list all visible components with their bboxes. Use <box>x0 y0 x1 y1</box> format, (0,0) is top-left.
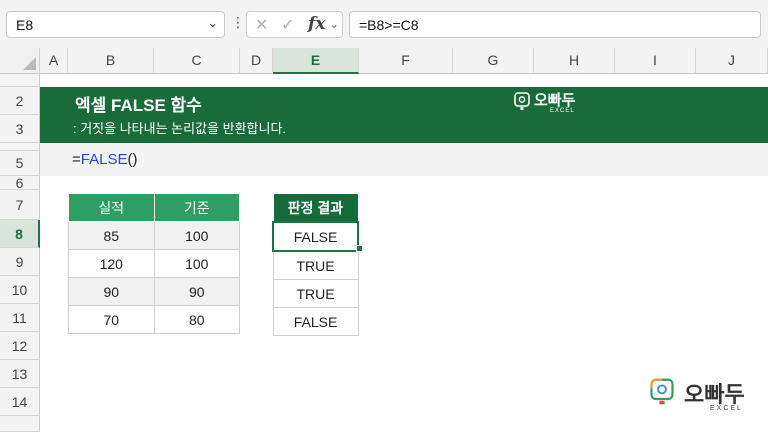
select-all-corner[interactable] <box>0 48 40 74</box>
insert-function-icon[interactable]: fx <box>308 14 325 34</box>
table-cell[interactable]: 120 <box>68 249 155 278</box>
table-cell[interactable]: FALSE <box>272 307 359 336</box>
select-all-icon <box>23 57 36 70</box>
banner-logo-text: 오빠두 <box>534 92 576 109</box>
chevron-down-icon[interactable]: ⌄ <box>207 15 218 31</box>
page-title: 엑셀 FALSE 함수 <box>75 96 202 115</box>
row-header-3[interactable]: 3 <box>0 115 40 143</box>
row-header-9[interactable]: 9 <box>0 248 40 276</box>
result-table: 판정 결과 FALSE TRUE TRUE FALSE <box>272 193 359 336</box>
header-performance[interactable]: 실적 <box>68 193 155 222</box>
column-header-a[interactable]: A <box>40 48 68 74</box>
row-header-4[interactable] <box>0 143 40 151</box>
header-result[interactable]: 판정 결과 <box>272 193 359 223</box>
column-header-b[interactable]: B <box>68 48 154 74</box>
row-header-5[interactable]: 5 <box>0 151 40 176</box>
table-row: TRUE <box>272 250 359 280</box>
row-header-15[interactable] <box>0 416 40 432</box>
example-formula-row: =FALSE() <box>40 144 768 176</box>
row-header-13[interactable]: 13 <box>0 360 40 388</box>
table-cell[interactable]: TRUE <box>272 250 359 280</box>
formula-bar: E8 ⌄ ⋮ ✕ ✓ fx ⌄ =B8>=C8 <box>0 0 768 48</box>
active-cell[interactable]: FALSE <box>272 221 359 252</box>
formula-text: =B8>=C8 <box>359 17 419 33</box>
column-header-g[interactable]: G <box>453 48 534 74</box>
column-header-i[interactable]: I <box>615 48 696 74</box>
more-options-icon[interactable]: ⋮ <box>231 14 245 31</box>
banner-logo: 오빠두 EXCEL <box>514 90 584 120</box>
formula-input[interactable]: =B8>=C8 <box>349 11 761 38</box>
enter-icon[interactable]: ✓ <box>281 15 294 35</box>
row-header-12[interactable]: 12 <box>0 332 40 360</box>
example-formula-eq: = <box>72 151 81 168</box>
row-header-1[interactable] <box>0 74 40 87</box>
row-header-7[interactable]: 7 <box>0 190 40 220</box>
footer-logo-sub: EXCEL <box>710 405 743 412</box>
table-cell[interactable]: TRUE <box>272 279 359 308</box>
monitor-logo-icon <box>650 378 674 405</box>
table-cell[interactable]: 90 <box>68 277 155 306</box>
table-row: 85 100 <box>68 221 240 250</box>
column-header-f[interactable]: F <box>359 48 453 74</box>
column-header-h[interactable]: H <box>534 48 615 74</box>
row-header-6[interactable]: 6 <box>0 176 40 190</box>
formula-actions: ✕ ✓ fx ⌄ <box>246 11 343 38</box>
row-header-8[interactable]: 8 <box>0 220 40 248</box>
table-row: 70 80 <box>68 305 240 334</box>
table-row: 90 90 <box>68 277 240 306</box>
banner-logo-sub: EXCEL <box>550 108 575 114</box>
table-row: 120 100 <box>68 249 240 278</box>
example-formula[interactable]: =FALSE() <box>72 151 137 168</box>
example-formula-function: FALSE <box>80 151 128 168</box>
title-banner: 엑셀 FALSE 함수 : 거짓을 나타내는 논리값을 반환합니다. 오빠두 E… <box>40 87 768 143</box>
column-header-e[interactable]: E <box>273 48 359 74</box>
footer-logo: 오빠두 EXCEL <box>648 376 758 418</box>
row-header-14[interactable]: 14 <box>0 388 40 416</box>
name-box-value: E8 <box>16 17 34 33</box>
column-header-j[interactable]: J <box>696 48 768 74</box>
table-row: FALSE <box>272 307 359 336</box>
row-header-10[interactable]: 10 <box>0 276 40 304</box>
table-row: TRUE <box>272 279 359 308</box>
table-cell[interactable]: 85 <box>68 221 155 250</box>
table-cell[interactable]: 90 <box>153 277 240 306</box>
table-cell[interactable]: 80 <box>153 305 240 334</box>
chevron-down-icon[interactable]: ⌄ <box>329 17 339 31</box>
table-cell[interactable]: 100 <box>153 221 240 250</box>
example-formula-parens: () <box>127 151 138 168</box>
column-header-c[interactable]: C <box>154 48 240 74</box>
header-baseline[interactable]: 기준 <box>153 193 240 222</box>
table-cell[interactable]: 70 <box>68 305 155 334</box>
monitor-logo-icon <box>514 92 530 110</box>
data-table: 실적 기준 85 100 120 100 90 90 70 80 <box>68 193 240 334</box>
page-subtitle: : 거짓을 나타내는 논리값을 반환합니다. <box>73 121 287 136</box>
table-row: FALSE <box>272 221 359 252</box>
cancel-icon[interactable]: ✕ <box>255 15 268 35</box>
row-header-2[interactable]: 2 <box>0 87 40 115</box>
column-header-d[interactable]: D <box>240 48 273 74</box>
name-box[interactable]: E8 ⌄ <box>6 11 225 38</box>
fill-handle[interactable] <box>356 245 363 252</box>
table-cell[interactable]: 100 <box>153 249 240 278</box>
row-header-11[interactable]: 11 <box>0 304 40 332</box>
